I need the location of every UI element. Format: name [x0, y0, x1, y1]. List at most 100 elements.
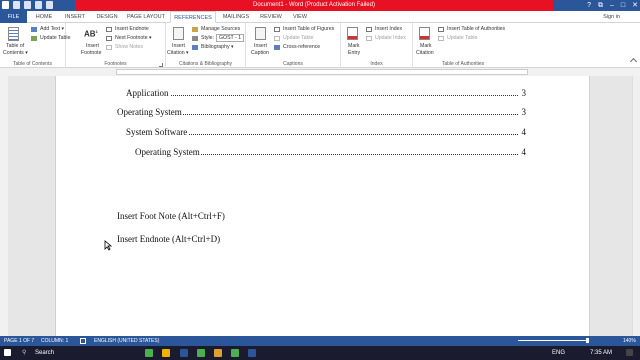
document-page[interactable]: Application 3 Operating System 3 System … — [55, 76, 590, 336]
toc-entry-text: System Software — [126, 127, 189, 137]
help-button[interactable]: ? — [587, 0, 591, 11]
toc-entry[interactable]: Operating System 4 — [135, 147, 526, 157]
style-icon — [192, 36, 198, 41]
save-icon[interactable] — [13, 1, 20, 9]
collapse-ribbon-icon[interactable] — [629, 57, 638, 66]
add-text-button[interactable]: Add Text ▾ — [40, 26, 64, 32]
body-paragraph[interactable]: Insert Endnote (Alt+Ctrl+D) — [117, 234, 220, 244]
notification-icon[interactable] — [626, 349, 633, 356]
insert-caption-icon — [255, 27, 266, 40]
zoom-slider[interactable] — [518, 340, 588, 341]
insert-index-button[interactable]: Insert Index — [375, 26, 402, 32]
mark-entry-icon — [347, 27, 358, 40]
tab-insert[interactable]: INSERT — [60, 11, 90, 23]
cross-reference-icon — [274, 45, 280, 50]
mark-entry-button[interactable]: Mark — [348, 43, 360, 49]
footnote-glyph: AB — [84, 29, 96, 39]
vertical-scrollbar[interactable] — [632, 76, 640, 336]
close-button[interactable]: ✕ — [632, 0, 638, 11]
ribbon-tabs: FILE HOME INSERT DESIGN PAGE LAYOUT REFE… — [0, 11, 640, 23]
insert-citation-button-label2: Citation ▾ — [167, 50, 189, 56]
insert-endnote-button[interactable]: Insert Endnote — [115, 26, 149, 32]
zoom-slider-thumb[interactable] — [586, 338, 589, 343]
toc-entry[interactable]: Application 3 — [126, 88, 526, 98]
windows-start-icon[interactable] — [4, 349, 11, 356]
table-of-contents-button[interactable]: Table of — [6, 43, 24, 49]
undo-icon[interactable] — [24, 1, 31, 9]
print-preview-icon[interactable] — [46, 1, 53, 9]
tab-home[interactable]: HOME — [30, 11, 58, 23]
table-of-figures-icon — [274, 27, 280, 32]
file-explorer-icon[interactable] — [162, 349, 170, 357]
insert-table-of-figures-button[interactable]: Insert Table of Figures — [283, 26, 334, 32]
chrome-icon[interactable] — [231, 349, 239, 357]
zoom-level[interactable]: 140% — [623, 336, 636, 346]
update-index-button[interactable]: Update Index — [375, 35, 406, 41]
tab-references[interactable]: REFERENCES — [170, 11, 216, 23]
tab-view[interactable]: VIEW — [288, 11, 312, 23]
show-notes-button[interactable]: Show Notes — [115, 44, 143, 50]
dialog-launcher-icon[interactable] — [159, 63, 163, 67]
update-authorities-icon — [438, 36, 444, 41]
toc-leader — [126, 95, 518, 96]
group-label: Captions — [283, 61, 303, 67]
word-taskbar-icon[interactable] — [248, 349, 256, 357]
tab-page-layout[interactable]: PAGE LAYOUT — [124, 11, 168, 23]
page-count[interactable]: PAGE 1 OF 7 — [4, 336, 34, 346]
toc-entry[interactable]: Operating System 3 — [117, 107, 526, 117]
mark-entry-button-label2: Entry — [348, 50, 361, 56]
vertical-ruler[interactable] — [0, 76, 8, 336]
language-indicator[interactable]: ENGLISH (UNITED STATES) — [94, 336, 159, 346]
proofing-icon[interactable] — [80, 338, 86, 344]
word-taskbar-icon[interactable] — [180, 349, 188, 357]
tab-mailings[interactable]: MAILINGS — [218, 11, 254, 23]
style-dropdown[interactable]: GOST - 1 — [216, 34, 245, 42]
group-label: Table of Authorities — [441, 61, 485, 67]
window-controls: ? ⧉ – □ ✕ — [587, 0, 638, 11]
chrome-icon[interactable] — [145, 349, 153, 357]
update-table-of-authorities-button[interactable]: Update Table — [447, 35, 477, 41]
mouse-cursor-icon — [104, 240, 113, 251]
keyboard-language[interactable]: ENG — [552, 346, 565, 360]
manage-sources-button[interactable]: Manage Sources — [201, 26, 240, 32]
toc-entry-page: 4 — [520, 147, 526, 157]
search-box[interactable]: Search — [35, 346, 54, 360]
horizontal-ruler[interactable] — [0, 68, 640, 76]
tab-design[interactable]: DESIGN — [92, 11, 122, 23]
ribbon-display-options-button[interactable]: ⧉ — [598, 0, 603, 11]
group-index: Mark Entry Insert Index Update Index Ind… — [341, 23, 413, 68]
insert-citation-button[interactable]: Insert — [172, 43, 185, 49]
style-label: Style: — [201, 35, 214, 41]
toc-entry-page: 4 — [520, 127, 526, 137]
minimize-button[interactable]: – — [610, 0, 614, 11]
update-table-icon — [274, 36, 280, 41]
document-area: Application 3 Operating System 3 System … — [8, 76, 640, 336]
add-text-icon — [31, 27, 37, 32]
ruler-bar — [116, 69, 528, 75]
clock[interactable]: 7:35 AM — [590, 346, 612, 360]
cross-reference-button[interactable]: Cross-reference — [283, 44, 320, 50]
tab-file[interactable]: FILE — [0, 11, 27, 23]
column-indicator[interactable]: COLUMN: 1 — [41, 336, 68, 346]
toc-entry[interactable]: System Software 4 — [126, 127, 526, 137]
folder-icon[interactable] — [214, 349, 222, 357]
redo-icon[interactable] — [35, 1, 42, 9]
next-footnote-button[interactable]: Next Footnote ▾ — [115, 35, 152, 41]
body-paragraph[interactable]: Insert Foot Note (Alt+Ctrl+F) — [117, 211, 225, 221]
mark-citation-button[interactable]: Mark — [420, 43, 432, 49]
insert-footnote-button[interactable]: Insert — [86, 43, 99, 49]
mark-citation-icon — [419, 27, 430, 40]
insert-table-of-authorities-button[interactable]: Insert Table of Authorities — [447, 26, 505, 32]
insert-endnote-icon — [106, 27, 112, 32]
chrome-icon[interactable] — [197, 349, 205, 357]
title-bar: Document1 - Word (Product Activation Fai… — [0, 0, 640, 11]
update-table-of-figures-button[interactable]: Update Table — [283, 35, 313, 41]
insert-caption-button-label2: Caption — [251, 50, 269, 56]
maximize-button[interactable]: □ — [621, 0, 625, 11]
tab-review[interactable]: REVIEW — [256, 11, 286, 23]
bibliography-button[interactable]: Bibliography ▾ — [201, 44, 234, 50]
toc-entry-page: 3 — [520, 88, 526, 98]
group-footnotes: AB1 Insert Footnote Insert Endnote Next … — [66, 23, 166, 68]
insert-caption-button[interactable]: Insert — [254, 43, 267, 49]
sign-in-link[interactable]: Sign in — [603, 11, 620, 23]
